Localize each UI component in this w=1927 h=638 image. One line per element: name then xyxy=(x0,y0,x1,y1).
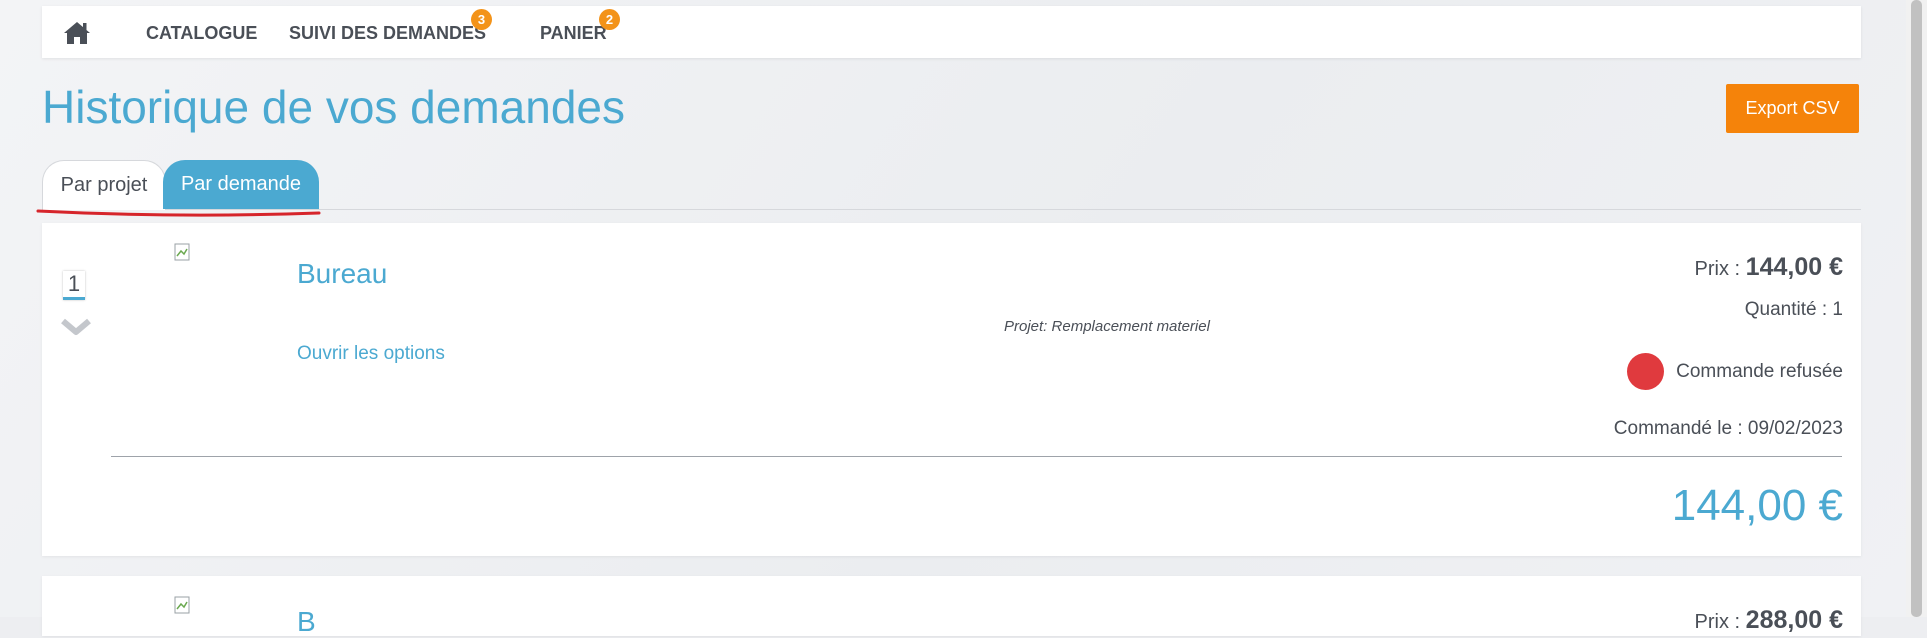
export-csv-button[interactable]: Export CSV xyxy=(1726,84,1859,133)
quantity: Quantité : 1 xyxy=(1744,299,1843,320)
price-line: Prix : 288,00 € xyxy=(1695,606,1843,635)
status-dot xyxy=(1627,353,1665,390)
price-line: Prix : 144,00 € xyxy=(1695,253,1843,282)
card-divider xyxy=(111,456,1842,457)
project-note: Projet: Remplacement materiel xyxy=(1004,318,1210,335)
order-index: 1 xyxy=(63,271,85,300)
home-icon[interactable] xyxy=(62,20,92,46)
price-label: Prix : xyxy=(1694,258,1746,280)
order-card: 1 Bureau Ouvrir les options Projet: Remp… xyxy=(42,223,1861,556)
product-name[interactable]: B xyxy=(297,606,316,638)
nav-suivi-demandes[interactable]: SUIVI DES DEMANDES xyxy=(289,23,486,44)
nav-panier[interactable]: PANIER xyxy=(540,23,607,44)
red-annotation-underline xyxy=(36,209,321,217)
broken-image-icon xyxy=(174,596,190,614)
price-value: 288,00 € xyxy=(1745,606,1843,634)
status-label: Commande refusée xyxy=(1676,360,1843,382)
tab-par-demande[interactable]: Par demande xyxy=(163,160,319,209)
open-options-link[interactable]: Ouvrir les options xyxy=(297,343,445,365)
broken-image-icon xyxy=(174,243,190,261)
nav-catalogue[interactable]: CATALOGUE xyxy=(146,23,257,44)
price-label: Prix : xyxy=(1694,611,1746,633)
suivi-demandes-badge: 3 xyxy=(471,9,492,30)
order-status: Commande refusée xyxy=(1627,353,1843,390)
product-name[interactable]: Bureau xyxy=(297,258,387,290)
price-value: 144,00 € xyxy=(1745,253,1843,281)
scrollbar-thumb[interactable] xyxy=(1911,0,1922,617)
chevron-down-icon[interactable] xyxy=(60,317,92,337)
top-navigation: CATALOGUE SUIVI DES DEMANDES 3 PANIER 2 xyxy=(42,6,1861,58)
tab-par-projet[interactable]: Par projet xyxy=(42,160,166,210)
order-date: Commandé le : 09/02/2023 xyxy=(1613,418,1843,439)
order-card: B Prix : 288,00 € xyxy=(42,576,1861,638)
page-title: Historique de vos demandes xyxy=(42,81,625,133)
panier-badge: 2 xyxy=(599,9,620,30)
order-total: 144,00 € xyxy=(1671,481,1843,530)
